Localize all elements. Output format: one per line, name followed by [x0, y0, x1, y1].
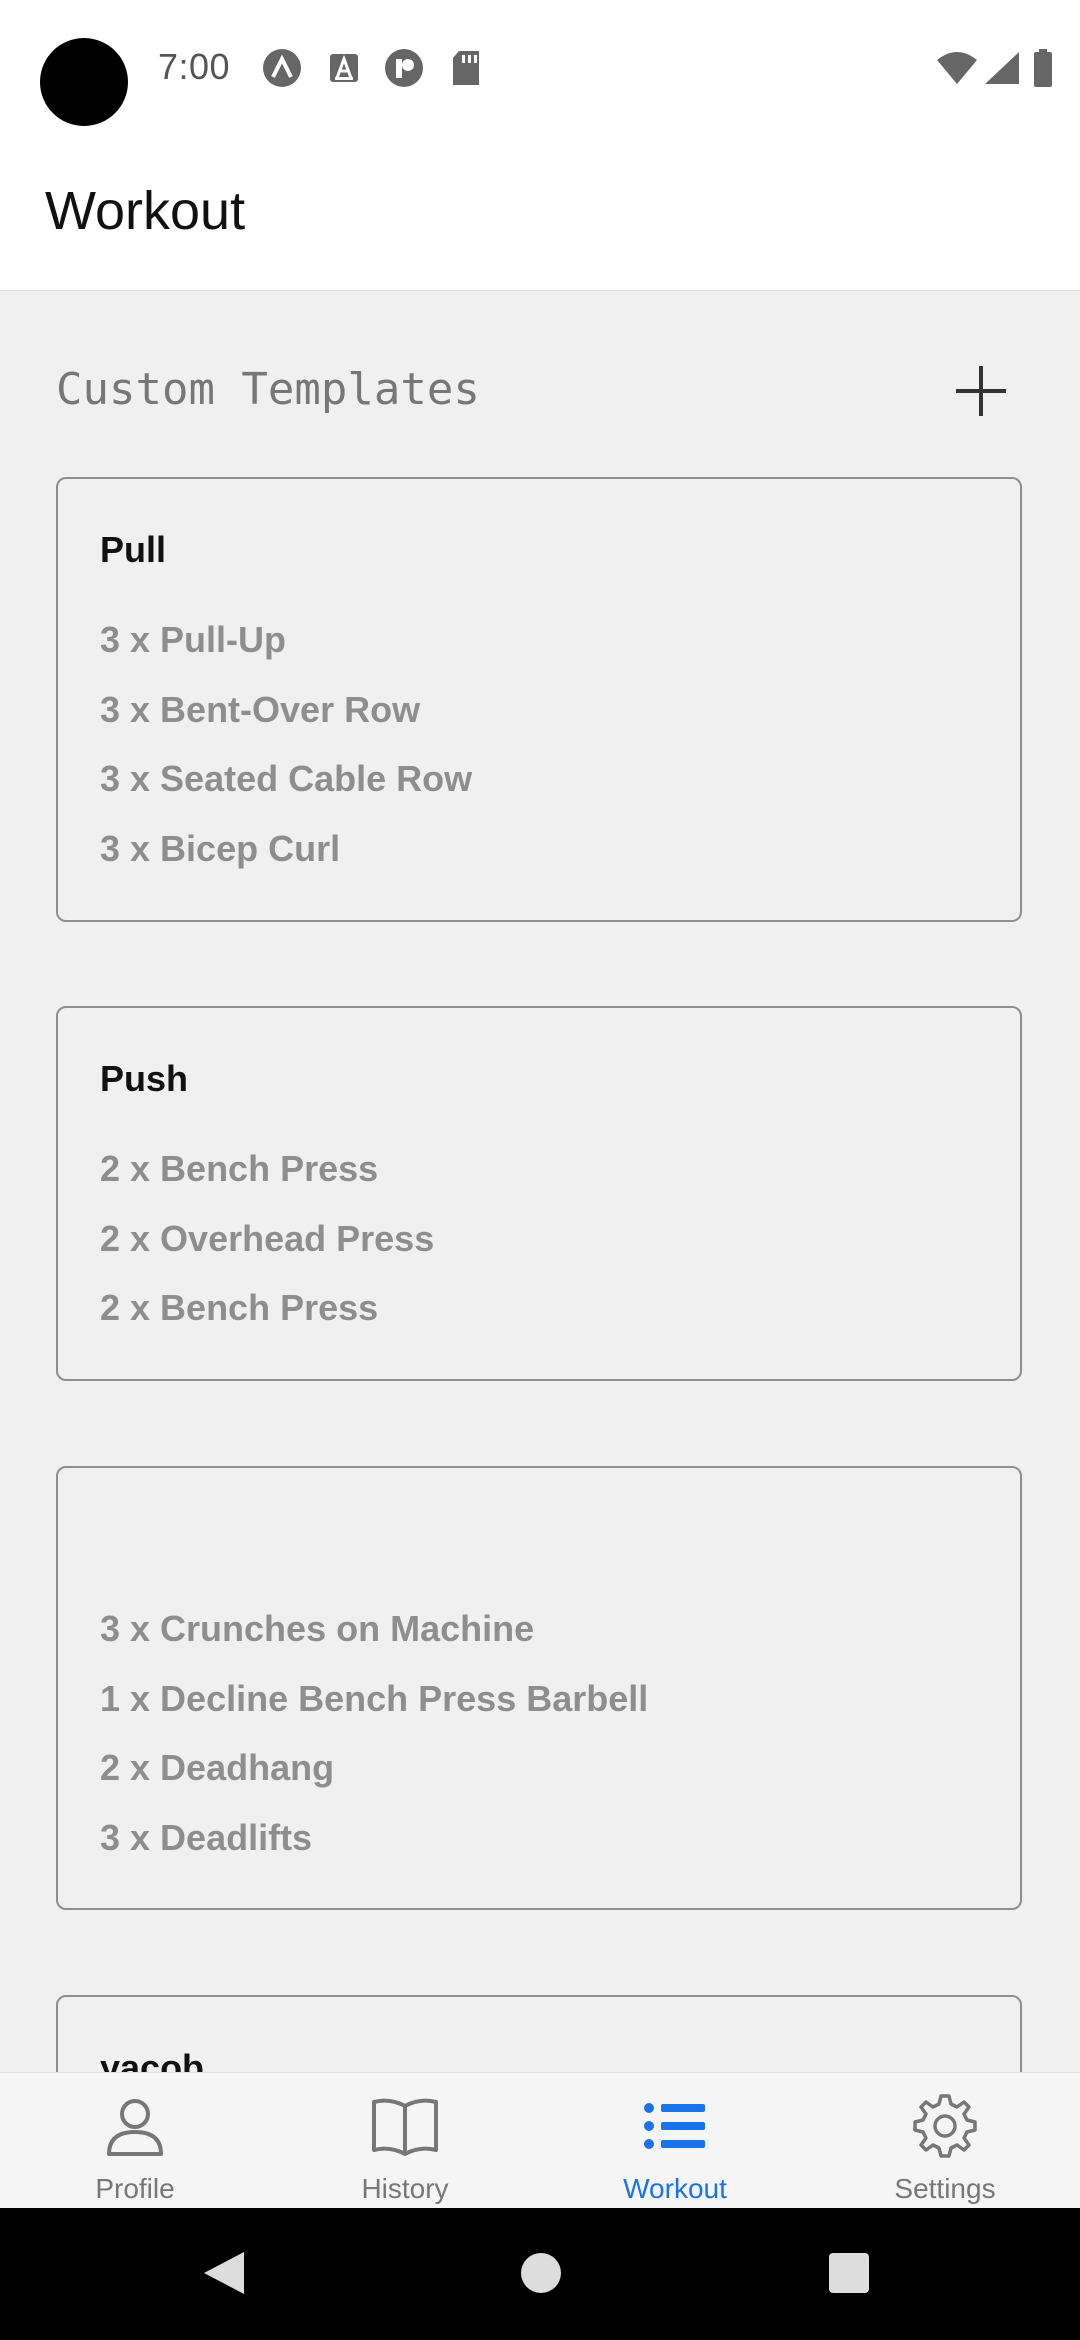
- back-icon[interactable]: [202, 2250, 246, 2301]
- template-card-untitled[interactable]: 3 x Crunches on Machine 1 x Decline Benc…: [56, 1466, 1022, 1910]
- template-title: Push: [100, 1058, 189, 1099]
- section-title: Custom Templates: [56, 364, 480, 415]
- font-a-icon: [324, 48, 364, 88]
- template-card-push[interactable]: Push 2 x Bench Press 2 x Overhead Press …: [56, 1006, 1022, 1381]
- exercise-line: 1 x Decline Bench Press Barbell: [100, 1678, 649, 1719]
- exercise-line: 3 x Pull-Up: [100, 619, 287, 660]
- gear-icon: [910, 2091, 980, 2161]
- exercise-line: 2 x Deadhang: [100, 1747, 335, 1788]
- exercise-line: 2 x Bench Press: [100, 1287, 379, 1328]
- wifi-icon: [935, 48, 979, 88]
- nav-tab-settings[interactable]: Settings: [810, 2073, 1080, 2209]
- exercise-line: 3 x Crunches on Machine: [100, 1608, 535, 1649]
- nav-label: Settings: [894, 2173, 996, 2204]
- exercise-line: 3 x Bicep Curl: [100, 828, 341, 869]
- template-card-pull[interactable]: Pull 3 x Pull-Up 3 x Bent-Over Row 3 x S…: [56, 477, 1022, 922]
- book-icon: [370, 2091, 440, 2161]
- exercise-line: 3 x Deadlifts: [100, 1817, 313, 1858]
- nav-label: Workout: [623, 2173, 727, 2204]
- status-bar: 7:00: [0, 0, 1080, 140]
- status-time: 7:00: [158, 46, 231, 87]
- template-title: Pull: [100, 529, 167, 570]
- system-navigation-bar: [0, 2208, 1080, 2340]
- app-header: Workout: [0, 140, 1080, 291]
- list-icon: [640, 2091, 710, 2161]
- plus-icon: [956, 366, 1006, 416]
- exercise-line: 3 x Seated Cable Row: [100, 758, 473, 799]
- battery-icon: [1028, 48, 1058, 88]
- recents-icon[interactable]: [828, 2252, 870, 2299]
- nav-tab-profile[interactable]: Profile: [0, 2073, 270, 2209]
- nav-tab-history[interactable]: History: [270, 2073, 540, 2209]
- exercise-line: 3 x Bent-Over Row: [100, 689, 421, 730]
- nav-label: Profile: [95, 2173, 175, 2204]
- nav-tab-workout[interactable]: Workout: [540, 2073, 810, 2209]
- nav-label: History: [361, 2173, 449, 2204]
- add-template-button[interactable]: [952, 362, 1010, 420]
- person-icon: [100, 2091, 170, 2161]
- exercise-line: 2 x Overhead Press: [100, 1218, 435, 1259]
- p-circle-icon: [384, 48, 424, 88]
- bottom-navigation: Profile History Workout Settings: [0, 2072, 1080, 2209]
- page-title: Workout: [45, 181, 246, 241]
- home-icon[interactable]: [520, 2252, 562, 2299]
- signal-icon: [982, 48, 1022, 88]
- a-circle-icon: [262, 48, 302, 88]
- exercise-line: 2 x Bench Press: [100, 1148, 379, 1189]
- camera-cutout: [40, 38, 128, 126]
- sd-card-icon: [446, 48, 486, 88]
